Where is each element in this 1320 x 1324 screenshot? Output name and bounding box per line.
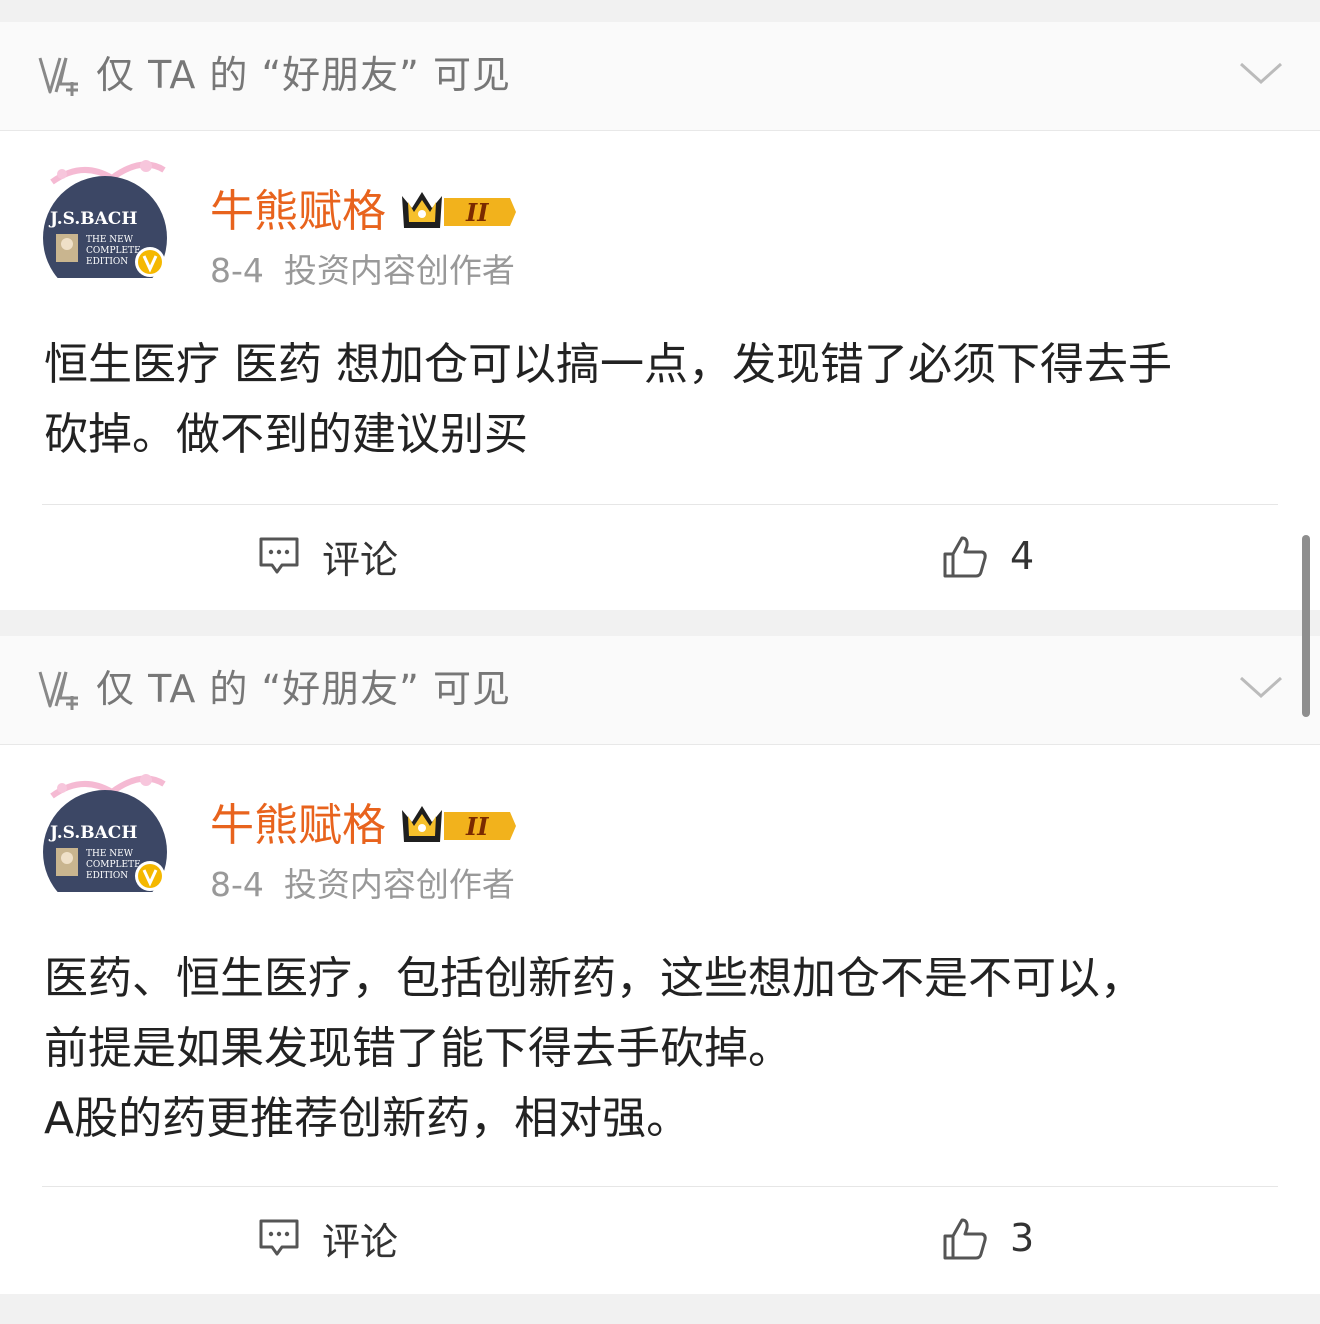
visibility-header: 仅 TA 的 “好朋友” 可见 [0,636,1320,745]
avatar-title: J.S.BACH [48,209,137,229]
comment-icon [259,1219,299,1256]
post-card: 仅 TA 的 “好朋友” 可见 J.S.BACH THE NEW COMPLET… [0,636,1320,1294]
content-line: 砍掉。做不到的建议别买 [44,409,528,460]
divider [42,504,1278,505]
visibility-icon [38,671,78,710]
vip-crown-badge-icon[interactable]: II [398,800,518,852]
like-count: 3 [1010,1216,1035,1260]
svg-text:EDITION: EDITION [86,257,128,267]
like-button[interactable]: 3 [942,1208,1034,1268]
post-date: 8-4 [210,865,264,904]
visibility-header: 仅 TA 的 “好朋友” 可见 [0,22,1320,131]
post-content: 医药、恒生医疗，包括创新药，这些想加仓不是不可以， 前提是如果发现错了能下得去手… [44,944,1284,1154]
post-content: 恒生医疗 医药 想加仓可以搞一点，发现错了必须下得去手 砍掉。做不到的建议别买 [44,330,1284,470]
like-button[interactable]: 4 [942,526,1034,586]
avatar-title: J.S.BACH [48,823,137,843]
divider [42,1186,1278,1187]
post-card: 仅 TA 的 “好朋友” 可见 J.S.BACH THE NEW COMPLET… [0,22,1320,610]
verified-badge-icon [135,861,165,891]
username[interactable]: 牛熊赋格 [210,182,386,242]
svg-text:EDITION: EDITION [86,871,128,881]
post-date: 8-4 [210,251,264,290]
user-role: 投资内容创作者 [283,865,515,904]
thumbs-up-icon [943,536,987,578]
comment-label: 评论 [322,537,399,582]
visibility-label: 仅 TA 的 “好朋友” 可见 [96,667,511,711]
chevron-down-icon[interactable] [1238,674,1284,700]
username[interactable]: 牛熊赋格 [210,796,386,856]
vip-level: II [465,198,489,227]
post-meta: 8-4 投资内容创作者 [210,862,515,908]
content-line: 前提是如果发现错了能下得去手砍掉。 [44,1023,792,1074]
post-meta: 8-4 投资内容创作者 [210,248,515,294]
content-line: A股的药更推荐创新药，相对强。 [44,1093,691,1144]
comment-icon [259,537,299,574]
like-count: 4 [1010,534,1035,578]
user-role: 投资内容创作者 [283,251,515,290]
vip-level: II [465,812,489,841]
avatar[interactable]: J.S.BACH THE NEW COMPLETE EDITION [42,152,168,278]
verified-badge-icon [135,247,165,277]
visibility-icon [38,57,78,96]
svg-text:COMPLETE: COMPLETE [86,246,141,256]
comment-label: 评论 [322,1219,399,1264]
comment-button[interactable]: 评论 [258,1208,398,1268]
svg-text:THE NEW: THE NEW [86,849,134,859]
vip-crown-badge-icon[interactable]: II [398,186,518,238]
chevron-down-icon[interactable] [1238,60,1284,86]
avatar[interactable]: J.S.BACH THE NEW COMPLETE EDITION [42,766,168,892]
comment-button[interactable]: 评论 [258,526,398,586]
visibility-label: 仅 TA 的 “好朋友” 可见 [96,53,511,97]
scrollbar[interactable] [1302,535,1310,717]
svg-text:THE NEW: THE NEW [86,235,134,245]
svg-text:COMPLETE: COMPLETE [86,860,141,870]
content-line: 恒生医疗 医药 想加仓可以搞一点，发现错了必须下得去手 [44,339,1172,390]
content-line: 医药、恒生医疗，包括创新药，这些想加仓不是不可以， [44,953,1144,1004]
thumbs-up-icon [943,1218,987,1260]
